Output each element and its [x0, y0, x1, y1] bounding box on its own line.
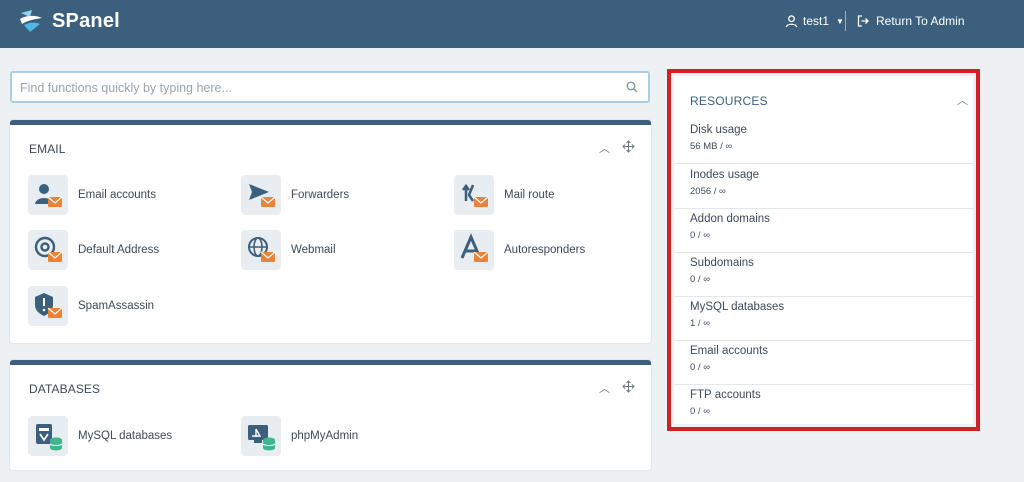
- resources-title: RESOURCES: [690, 94, 768, 108]
- brand-name: SPanel: [52, 9, 120, 32]
- tile-label: MySQL databases: [78, 430, 173, 442]
- databases-panel: DATABASES ︿ MySQL databases phpMyAdmin: [10, 360, 651, 470]
- resource-ftp-accounts: FTP accounts 0 / ∞: [674, 385, 973, 429]
- spamassassin-tile[interactable]: SpamAssassin: [28, 286, 154, 326]
- search-icon[interactable]: [626, 81, 638, 93]
- top-bar: SPanel test1 ▼ Return To Admin: [0, 0, 1024, 48]
- resource-label: Email accounts: [690, 345, 768, 357]
- mysql-databases-tile[interactable]: MySQL databases: [28, 416, 172, 456]
- mysql-databases-icon: [28, 416, 68, 456]
- chevron-up-icon[interactable]: ︿: [599, 380, 610, 396]
- resource-addon-domains: Addon domains 0 / ∞: [674, 209, 973, 253]
- tile-label: Mail route: [504, 189, 555, 201]
- resource-label: Inodes usage: [690, 169, 760, 181]
- mail-route-icon: [454, 175, 494, 215]
- resource-value: 56 MB / ∞: [690, 141, 733, 152]
- tile-label: SpamAssassin: [78, 300, 155, 312]
- spamassassin-icon: [28, 286, 68, 326]
- tile-label: Webmail: [291, 244, 336, 256]
- sign-out-icon: [857, 15, 869, 27]
- panel-title: DATABASES: [29, 382, 101, 396]
- autoresponders-tile[interactable]: Autoresponders: [454, 230, 585, 270]
- resource-label: Disk usage: [690, 124, 747, 136]
- autoresponders-icon: [454, 230, 494, 270]
- return-to-admin-label: Return To Admin: [876, 14, 965, 28]
- resource-value: 0 / ∞: [690, 362, 710, 373]
- search-input[interactable]: [20, 78, 610, 98]
- tile-label: Autoresponders: [504, 244, 586, 256]
- resource-label: Addon domains: [690, 213, 770, 225]
- tile-label: Default Address: [78, 244, 160, 256]
- resource-email-accounts: Email accounts 0 / ∞: [674, 341, 973, 385]
- resource-value: 1 / ∞: [690, 318, 710, 329]
- webmail-icon: [241, 230, 281, 270]
- resource-mysql-databases: MySQL databases 1 / ∞: [674, 297, 973, 341]
- email-panel: EMAIL ︿ Email accounts Forwarders Mail r…: [10, 120, 651, 343]
- panel-title: EMAIL: [29, 142, 66, 156]
- move-icon[interactable]: [622, 380, 635, 393]
- phpmyadmin-icon: [241, 416, 281, 456]
- tile-label: Forwarders: [291, 189, 350, 201]
- forwarders-tile[interactable]: Forwarders: [241, 175, 349, 215]
- resource-label: Subdomains: [690, 257, 754, 269]
- caret-down-icon: ▼: [836, 16, 844, 26]
- mail-route-tile[interactable]: Mail route: [454, 175, 555, 215]
- resource-label: FTP accounts: [690, 389, 761, 401]
- chevron-up-icon[interactable]: ︿: [957, 92, 968, 108]
- webmail-tile[interactable]: Webmail: [241, 230, 336, 270]
- resources-highlight: RESOURCES ︿ Disk usage 56 MB / ∞ Inodes …: [667, 69, 980, 431]
- phpmyadmin-tile[interactable]: phpMyAdmin: [241, 416, 358, 456]
- user-menu[interactable]: test1 ▼: [785, 14, 844, 28]
- return-to-admin-link[interactable]: Return To Admin: [857, 14, 965, 28]
- forwarders-icon: [241, 175, 281, 215]
- resource-inodes-usage: Inodes usage 2056 / ∞: [674, 165, 973, 209]
- email-accounts-icon: [28, 175, 68, 215]
- username: test1: [803, 14, 830, 28]
- user-icon: [785, 14, 798, 27]
- move-icon[interactable]: [622, 140, 635, 153]
- default-address-icon: [28, 230, 68, 270]
- resource-value: 0 / ∞: [690, 274, 710, 285]
- tile-label: phpMyAdmin: [291, 430, 359, 442]
- function-search: [10, 71, 650, 103]
- logo[interactable]: SPanel: [18, 8, 120, 34]
- divider: [845, 11, 846, 31]
- chevron-up-icon[interactable]: ︿: [599, 140, 610, 156]
- resource-value: 0 / ∞: [690, 230, 710, 241]
- email-accounts-tile[interactable]: Email accounts: [28, 175, 156, 215]
- resource-disk-usage: Disk usage 56 MB / ∞: [674, 120, 973, 164]
- resources-panel: RESOURCES ︿ Disk usage 56 MB / ∞ Inodes …: [674, 76, 973, 424]
- tile-label: Email accounts: [78, 189, 156, 201]
- resource-value: 2056 / ∞: [690, 186, 726, 197]
- resource-label: MySQL databases: [690, 301, 785, 313]
- default-address-tile[interactable]: Default Address: [28, 230, 159, 270]
- spanel-logo-icon: [20, 10, 42, 32]
- resource-subdomains: Subdomains 0 / ∞: [674, 253, 973, 297]
- resource-value: 0 / ∞: [690, 406, 710, 417]
